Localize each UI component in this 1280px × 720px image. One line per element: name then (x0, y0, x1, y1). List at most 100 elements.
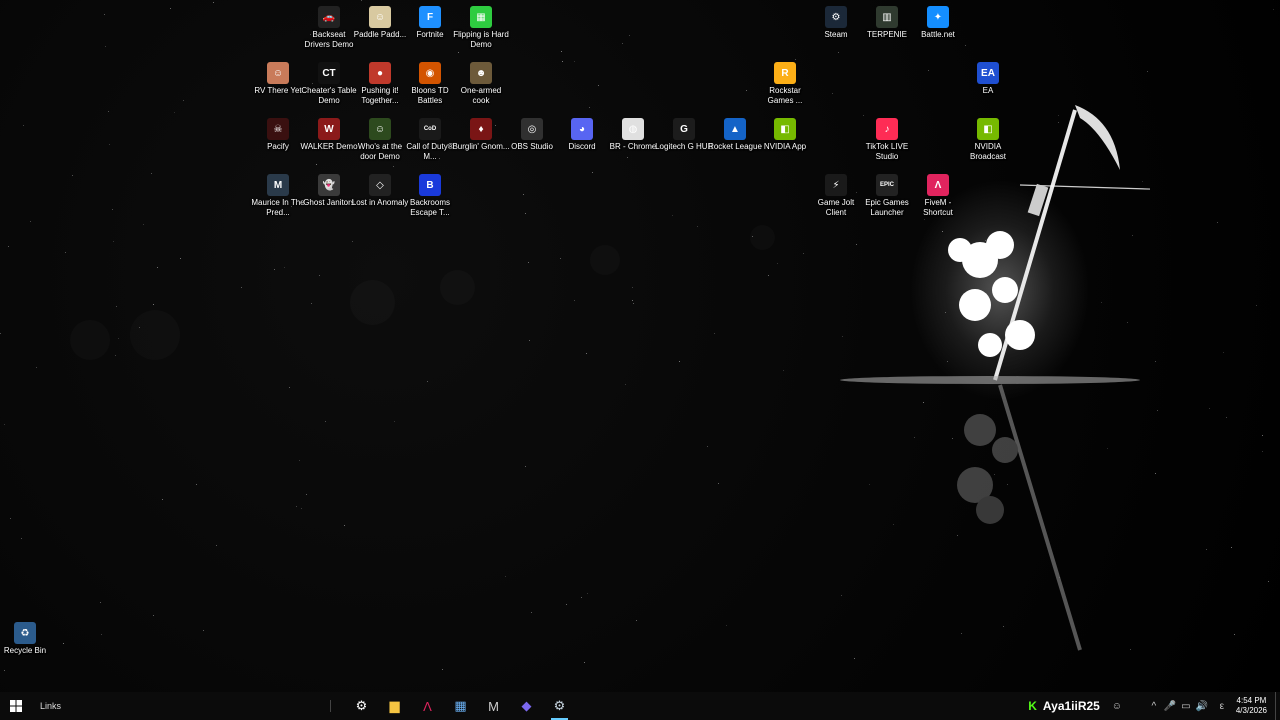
desktop-icon-backrooms-escape-t[interactable]: B Backrooms Escape T... (401, 174, 459, 218)
star-decoration (795, 59, 796, 60)
desktop-icon-steam[interactable]: ⚙ Steam (807, 6, 865, 40)
desktop-icon-fortnite[interactable]: F Fortnite (401, 6, 459, 40)
steam-icon: ⚙ (553, 698, 566, 713)
taskbar-app-steelseries-gg[interactable]: ⚙ (345, 692, 378, 720)
desktop-icon-backseat-drivers-demo[interactable]: 🚗 Backseat Drivers Demo (300, 6, 358, 50)
show-desktop-button[interactable] (1275, 692, 1280, 720)
star-decoration (8, 246, 9, 247)
star-decoration (174, 112, 175, 113)
desktop-icon-br-chrome[interactable]: ◍ BR - Chrome (604, 118, 662, 152)
desktop-icon-epic-games-launcher[interactable]: EPIC Epic Games Launcher (858, 174, 916, 218)
desktop-icon-maurice-in-the-pred[interactable]: M Maurice In The Pred... (249, 174, 307, 218)
desktop-icon-rv-there-yet[interactable]: ☺ RV There Yet (249, 62, 307, 96)
desktop-icon-label: Lost in Anomaly (351, 198, 409, 207)
desktop-icon-bloons-td-battles[interactable]: ◉ Bloons TD Battles (401, 62, 459, 106)
star-decoration (311, 303, 312, 304)
rockstar-games-icon: R (774, 62, 796, 84)
desktop-icon-burglin-gnom[interactable]: ♦ Burglin' Gnom... (452, 118, 510, 152)
star-decoration (180, 258, 181, 259)
microphone-icon[interactable]: 🎤 (1162, 701, 1178, 712)
desktop-icon-rockstar-games[interactable]: R Rockstar Games ... (756, 62, 814, 106)
bokeh-decoration (350, 280, 395, 325)
star-decoration (629, 35, 630, 36)
star-decoration (203, 630, 204, 631)
taskbar-app-linear-app[interactable]: ◆ (510, 692, 543, 720)
star-decoration (1262, 451, 1263, 452)
fortnite-icon: F (419, 6, 441, 28)
taskbar-app-fivem[interactable]: Λ (411, 692, 444, 720)
taskbar-app-microsoft-store[interactable]: ▦ (444, 692, 477, 720)
desktop-icon-battle-net[interactable]: ✦ Battle.net (909, 6, 967, 40)
desktop-icon-call-of-duty-m[interactable]: CoD Call of Duty® M... (401, 118, 459, 162)
star-decoration (625, 384, 626, 385)
star-decoration (1262, 435, 1263, 436)
star-decoration (632, 287, 633, 288)
desktop-icon-pacify[interactable]: ☠ Pacify (249, 118, 307, 152)
star-decoration (30, 221, 31, 222)
desktop-icon-discord[interactable]: ◕ Discord (553, 118, 611, 152)
desktop-icon-terpenie[interactable]: ▥ TERPENIE (858, 6, 916, 40)
star-decoration (777, 263, 778, 264)
pushing-it-together-icon: ● (369, 62, 391, 84)
desktop-icon-label: EA (982, 86, 994, 95)
desktop-icon-label: Bloons TD Battles (411, 86, 449, 105)
show-hidden-icons-icon[interactable]: ^ (1146, 701, 1162, 712)
desktop-icon-label: Maurice In The Pred... (251, 198, 305, 217)
taskbar-app-unknown-app[interactable]: M (477, 692, 510, 720)
desktop-icon-label: Backrooms Escape T... (409, 198, 450, 217)
desktop-icon-ghost-janitors[interactable]: 👻 Ghost Janitors (300, 174, 358, 208)
desktop-icon-cheater-s-table-demo[interactable]: CT Cheater's Table Demo (300, 62, 358, 106)
logitech-g-hub-icon: G (673, 118, 695, 140)
star-decoration (153, 615, 154, 616)
network-icon[interactable]: ▭ (1178, 701, 1194, 712)
star-decoration (1231, 547, 1232, 548)
desktop-icon-walker-demo[interactable]: W WALKER Demo (300, 118, 358, 152)
star-decoration (274, 269, 275, 270)
nvidia-broadcast-icon: ◧ (977, 118, 999, 140)
clock[interactable]: 4:54 PM 4/3/2026 (1236, 696, 1267, 716)
star-decoration (561, 51, 562, 52)
links-toolbar[interactable]: Links (40, 701, 61, 711)
ghost-janitors-icon: 👻 (318, 174, 340, 196)
star-decoration (1147, 71, 1148, 72)
desktop-icon-recycle-bin[interactable]: ♻ Recycle Bin (0, 622, 54, 656)
walker-demo-icon: W (318, 118, 340, 140)
rocket-league-icon: ▲ (724, 118, 746, 140)
star-decoration (589, 107, 590, 108)
br-chrome-icon: ◍ (622, 118, 644, 140)
desktop-icon-nvidia-broadcast[interactable]: ◧ NVIDIA Broadcast (959, 118, 1017, 162)
linear-app-icon: ◆ (521, 698, 532, 713)
volume-icon[interactable]: 🔊 (1194, 701, 1210, 712)
fivem-icon: Λ (423, 698, 432, 714)
flipping-is-hard-demo-icon: ▦ (470, 6, 492, 28)
star-decoration (394, 421, 395, 422)
file-explorer-icon: ▆ (389, 698, 400, 713)
taskbar-app-file-explorer[interactable]: ▆ (378, 692, 411, 720)
star-decoration (325, 421, 326, 422)
desktop-icon-nvidia-app[interactable]: ◧ NVIDIA App (756, 118, 814, 152)
desktop-icon-game-jolt-client[interactable]: ⚡ Game Jolt Client (807, 174, 865, 218)
desktop-icon-flipping-is-hard-demo[interactable]: ▦ Flipping is Hard Demo (452, 6, 510, 50)
input-language-icon[interactable]: ε (1214, 701, 1230, 712)
desktop-icon-logitech-g-hub[interactable]: G Logitech G HUB (655, 118, 713, 152)
start-button[interactable] (0, 692, 32, 720)
desktop-icon-fivem-shortcut[interactable]: Λ FiveM - Shortcut (909, 174, 967, 218)
star-decoration (151, 173, 152, 174)
desktop-icon-label: Pacify (267, 142, 289, 151)
who-s-at-the-door-demo-icon: ☺ (369, 118, 391, 140)
tiktok-live-studio-icon: ♪ (876, 118, 898, 140)
desktop-icon-label: TERPENIE (866, 30, 907, 39)
desktop-icon-label: BR - Chrome (609, 142, 657, 151)
avatar[interactable]: ☺ (1106, 701, 1128, 712)
desktop-icon-one-armed-cook[interactable]: ☻ One-armed cook (452, 62, 510, 106)
taskbar-app-steam[interactable]: ⚙ (543, 692, 576, 720)
star-decoration (627, 157, 628, 158)
desktop-icon-label: FiveM - Shortcut (923, 198, 953, 217)
desktop-icon-ea[interactable]: EA EA (959, 62, 1017, 96)
star-decoration (299, 460, 300, 461)
paddle-padd-icon: ☺ (369, 6, 391, 28)
star-decoration (566, 604, 567, 605)
desktop-icon-tiktok-live-studio[interactable]: ♪ TikTok LIVE Studio (858, 118, 916, 162)
star-decoration (525, 466, 526, 467)
desktop-icon-label: Game Jolt Client (817, 198, 855, 217)
